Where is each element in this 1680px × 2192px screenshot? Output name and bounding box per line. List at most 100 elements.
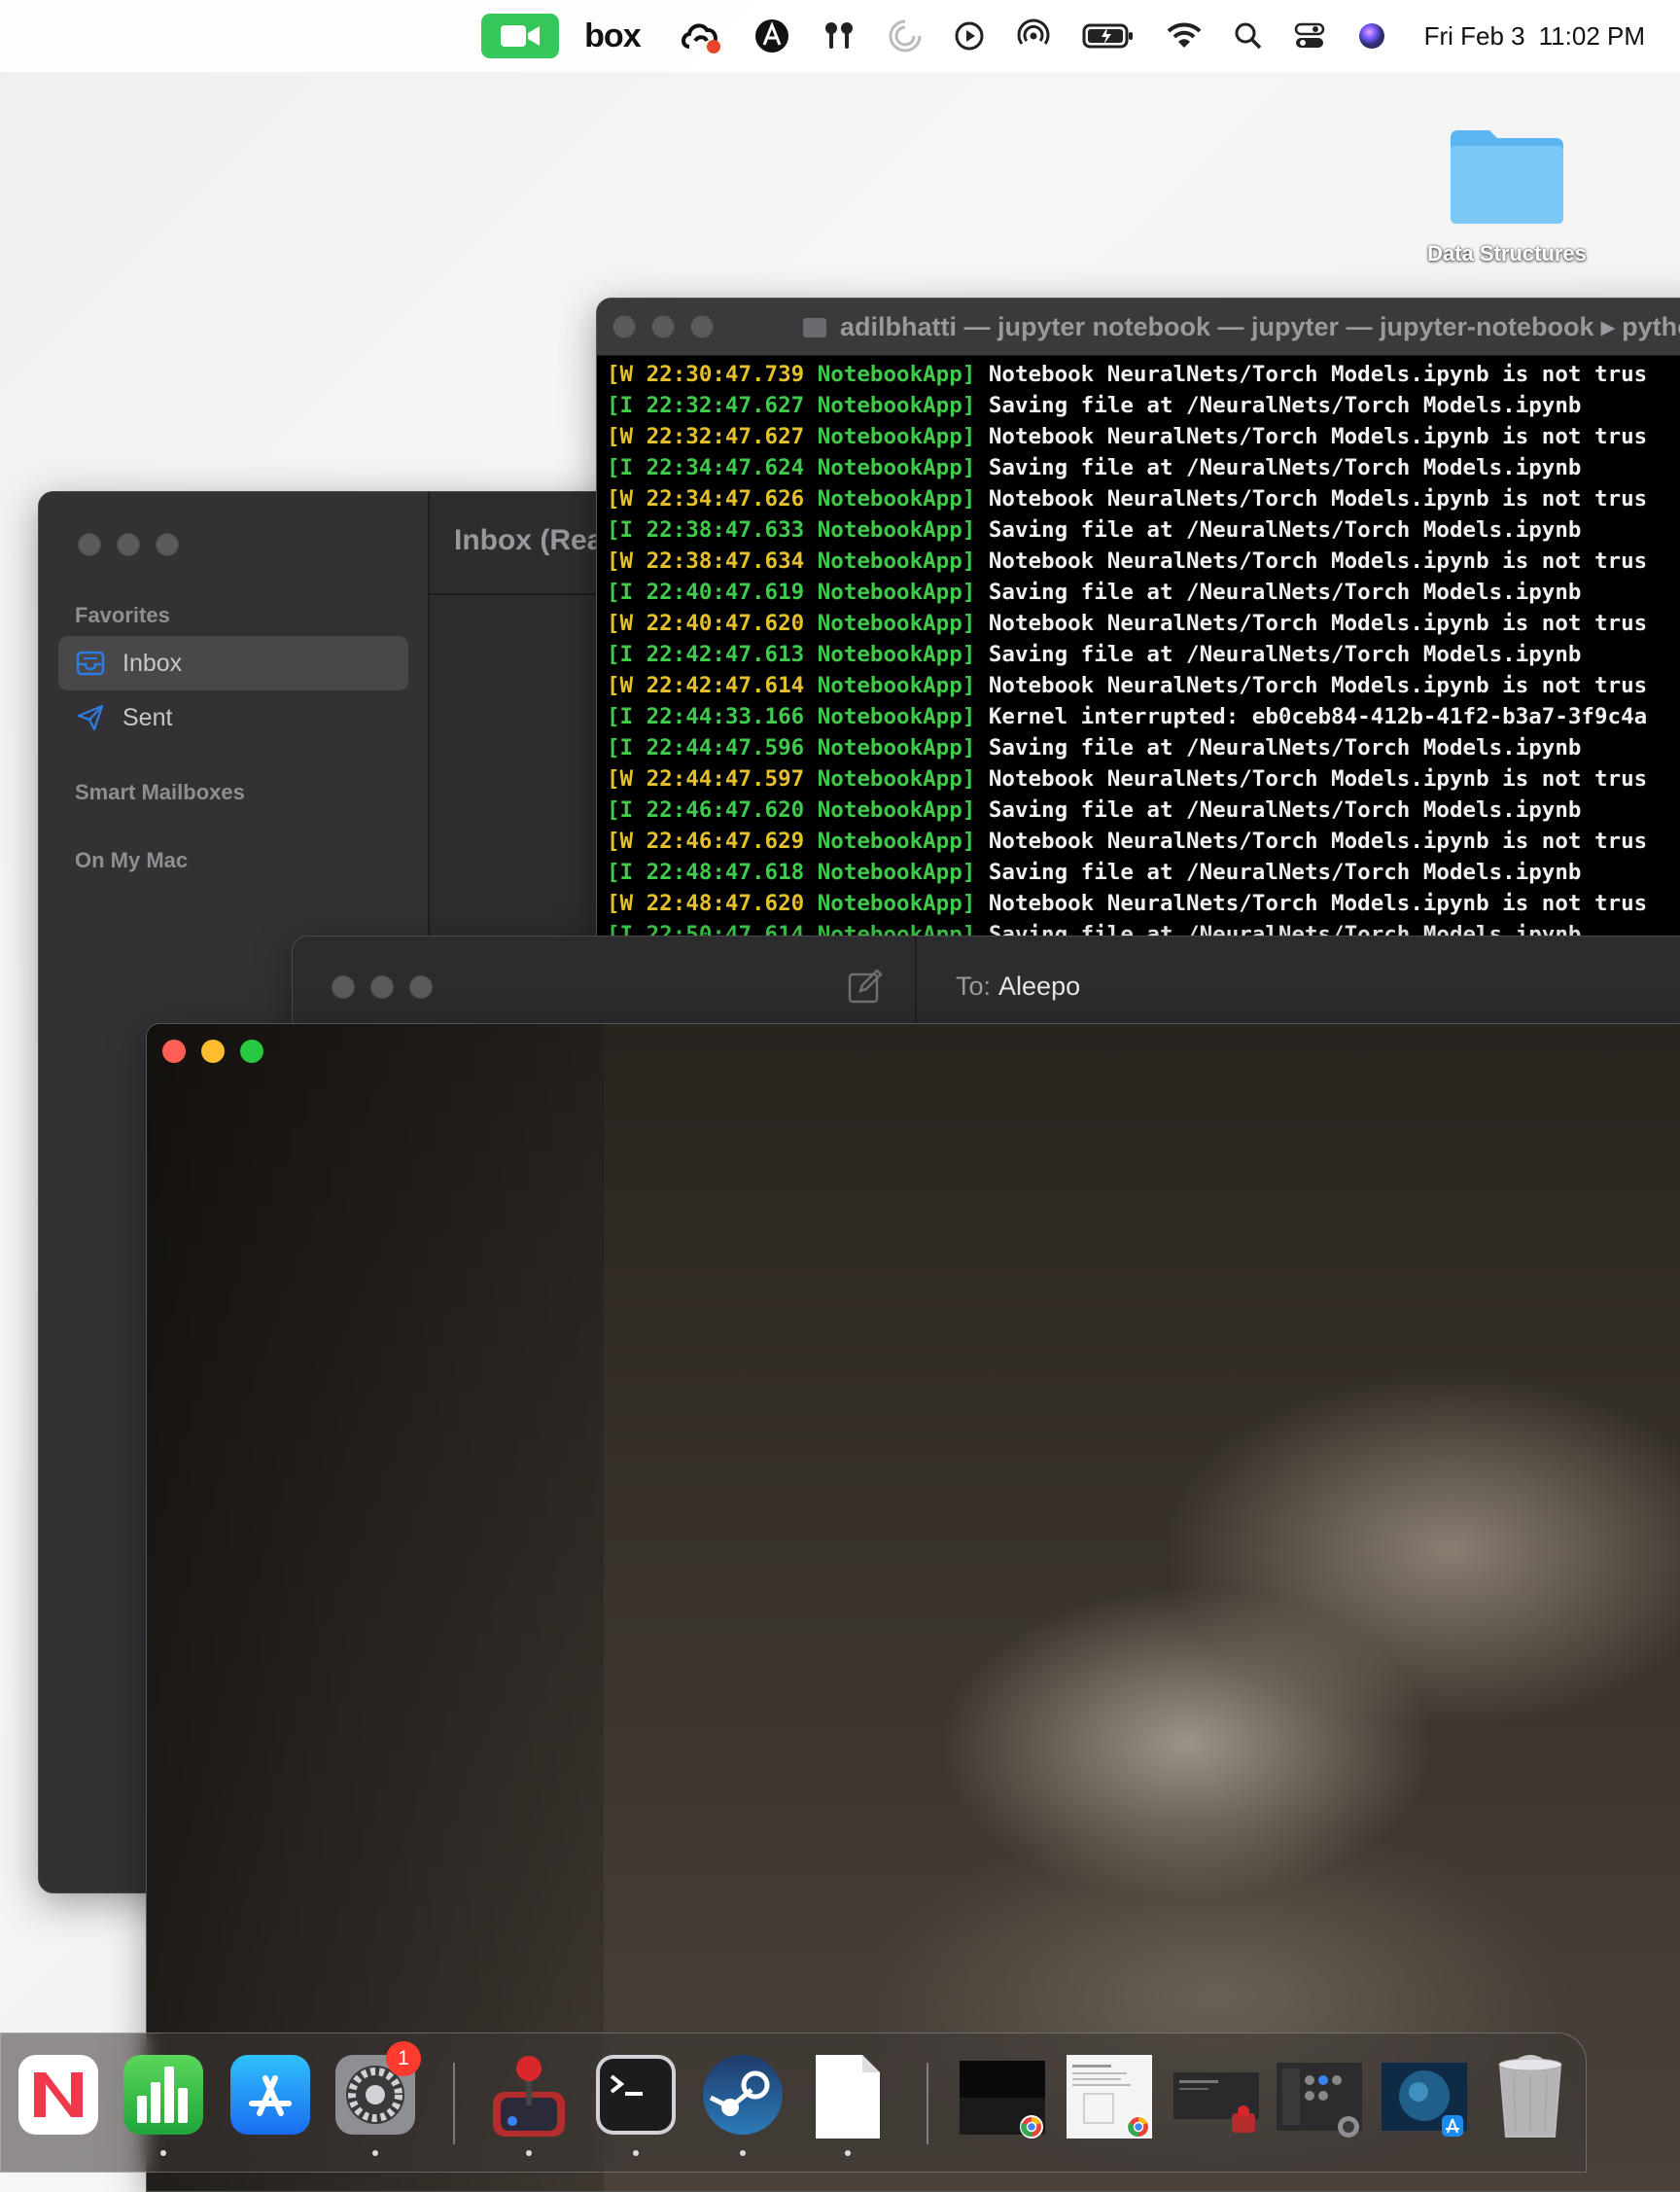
chrome-window-thumb-1[interactable] xyxy=(958,2053,1047,2140)
log-source: NotebookApp] xyxy=(817,891,976,916)
zoom-button[interactable] xyxy=(240,1040,263,1063)
terminal-log-line: [W 22:30:47.739 NotebookApp] Notebook Ne… xyxy=(607,359,1680,390)
camera-video-window[interactable] xyxy=(146,1023,1680,2192)
spinner-icon[interactable] xyxy=(888,15,923,57)
desktop-folder[interactable]: Data Structures xyxy=(1400,126,1614,266)
paper-plane-icon xyxy=(74,703,107,732)
log-message: Notebook NeuralNets/Torch Models.ipynb i… xyxy=(988,486,1648,512)
joystick-icon[interactable] xyxy=(487,2053,571,2156)
to-field[interactable]: To: Aleepo xyxy=(956,972,1080,1002)
log-message: Saving file at /NeuralNets/Torch Models.… xyxy=(988,860,1582,885)
numbers-icon[interactable] xyxy=(122,2053,205,2156)
system-settings-icon[interactable]: 1 xyxy=(333,2041,421,2156)
folder-icon xyxy=(803,318,826,337)
minimize-button[interactable] xyxy=(201,1040,225,1063)
log-message: Saving file at /NeuralNets/Torch Models.… xyxy=(988,735,1582,760)
log-message: Notebook NeuralNets/Torch Models.ipynb i… xyxy=(988,829,1648,854)
log-message: Notebook NeuralNets/Torch Models.ipynb i… xyxy=(988,548,1648,574)
log-message: Saving file at /NeuralNets/Torch Models.… xyxy=(988,642,1582,667)
box-icon[interactable]: box xyxy=(584,18,641,55)
terminal-log-line: [I 22:34:47.624 NotebookApp] Saving file… xyxy=(607,452,1680,483)
terminal-output[interactable]: [W 22:30:47.739 NotebookApp] Notebook Ne… xyxy=(607,359,1680,940)
creative-cloud-icon[interactable] xyxy=(681,15,722,57)
steam-icon[interactable] xyxy=(701,2053,785,2156)
log-level: [I xyxy=(607,642,634,667)
log-time: 22:30:47.739 xyxy=(646,362,805,387)
control-center-icon[interactable] xyxy=(1294,15,1325,57)
airdrop-icon[interactable] xyxy=(1016,15,1051,57)
appstore-window-thumb[interactable] xyxy=(1380,2053,1469,2140)
inbox-tray-icon xyxy=(74,649,107,678)
on-my-mac-header[interactable]: On My Mac xyxy=(75,848,188,873)
terminal-title: adilbhatti — jupyter notebook — jupyter … xyxy=(803,312,1680,342)
battery-icon[interactable] xyxy=(1082,15,1135,57)
app-store-icon[interactable] xyxy=(228,2053,312,2140)
minimize-button[interactable] xyxy=(117,533,140,556)
zoom-button[interactable] xyxy=(156,533,179,556)
log-source: NotebookApp] xyxy=(817,548,976,574)
sidebar-item-sent[interactable]: Sent xyxy=(58,690,408,745)
log-message: Notebook NeuralNets/Torch Models.ipynb i… xyxy=(988,424,1648,449)
close-button[interactable] xyxy=(612,315,636,338)
minimize-button[interactable] xyxy=(370,975,394,999)
zoom-button[interactable] xyxy=(690,315,714,338)
log-time: 22:34:47.626 xyxy=(646,486,805,512)
log-time: 22:44:47.596 xyxy=(646,735,805,760)
to-label: To: xyxy=(956,972,992,1001)
compose-icon[interactable] xyxy=(847,968,884,1005)
log-level: [W xyxy=(607,424,634,449)
log-time: 22:46:47.629 xyxy=(646,829,805,854)
close-button[interactable] xyxy=(162,1040,186,1063)
to-recipient[interactable]: Aleepo xyxy=(998,972,1080,1001)
trash-icon[interactable] xyxy=(1488,2053,1572,2140)
spotlight-icon[interactable] xyxy=(1234,15,1263,57)
log-message: Saving file at /NeuralNets/Torch Models.… xyxy=(988,393,1582,418)
terminal-window[interactable]: adilbhatti — jupyter notebook — jupyter … xyxy=(596,298,1680,941)
folder-label: Data Structures xyxy=(1427,241,1587,265)
sidebar-item-label: Inbox xyxy=(122,649,183,677)
log-time: 22:32:47.627 xyxy=(646,424,805,449)
log-level: [W xyxy=(607,548,634,574)
wifi-icon[interactable] xyxy=(1166,15,1203,57)
minimize-button[interactable] xyxy=(651,315,675,338)
log-time: 22:44:33.166 xyxy=(646,704,805,729)
log-message: Saving file at /NeuralNets/Torch Models.… xyxy=(988,517,1582,543)
joystick-window-thumb[interactable] xyxy=(1172,2053,1261,2140)
log-source: NotebookApp] xyxy=(817,766,976,792)
notification-badge: 1 xyxy=(386,2041,421,2076)
dock-separator xyxy=(927,2063,928,2144)
menu-clock[interactable]: Fri Feb 3 11:02 PM xyxy=(1424,21,1659,52)
terminal-log-line: [W 22:40:47.620 NotebookApp] Notebook Ne… xyxy=(607,608,1680,639)
log-source: NotebookApp] xyxy=(817,393,976,418)
log-level: [I xyxy=(607,735,634,760)
log-level: [W xyxy=(607,611,634,636)
log-source: NotebookApp] xyxy=(817,424,976,449)
log-time: 22:48:47.620 xyxy=(646,891,805,916)
play-icon[interactable] xyxy=(954,15,985,57)
airpods-icon[interactable] xyxy=(822,15,857,57)
smart-mailboxes-header[interactable]: Smart Mailboxes xyxy=(75,780,245,805)
log-level: [W xyxy=(607,891,634,916)
news-icon[interactable] xyxy=(17,2053,100,2140)
camera-window-controls xyxy=(162,1040,263,1063)
zoom-button[interactable] xyxy=(409,975,433,999)
facetime-icon[interactable] xyxy=(481,14,560,58)
log-message: Saving file at /NeuralNets/Torch Models.… xyxy=(988,797,1582,823)
video-feed xyxy=(147,1024,604,2191)
sidebar-item-inbox[interactable]: Inbox xyxy=(58,636,408,690)
running-indicator xyxy=(160,2150,166,2156)
log-level: [I xyxy=(607,455,634,480)
log-message: Kernel interrupted: eb0ceb84-412b-41f2-b… xyxy=(988,704,1648,729)
terminal-titlebar[interactable]: adilbhatti — jupyter notebook — jupyter … xyxy=(597,299,1680,356)
log-level: [W xyxy=(607,766,634,792)
close-button[interactable] xyxy=(78,533,101,556)
terminal-icon[interactable] xyxy=(594,2053,678,2156)
siri-icon[interactable] xyxy=(1356,15,1387,57)
log-message: Notebook NeuralNets/Torch Models.ipynb i… xyxy=(988,611,1648,636)
chrome-window-thumb-2[interactable] xyxy=(1065,2053,1154,2140)
blank-document-icon[interactable] xyxy=(806,2053,890,2156)
astro-icon[interactable] xyxy=(753,15,790,57)
running-indicator xyxy=(740,2150,746,2156)
close-button[interactable] xyxy=(332,975,355,999)
settings-window-thumb[interactable] xyxy=(1275,2053,1364,2140)
